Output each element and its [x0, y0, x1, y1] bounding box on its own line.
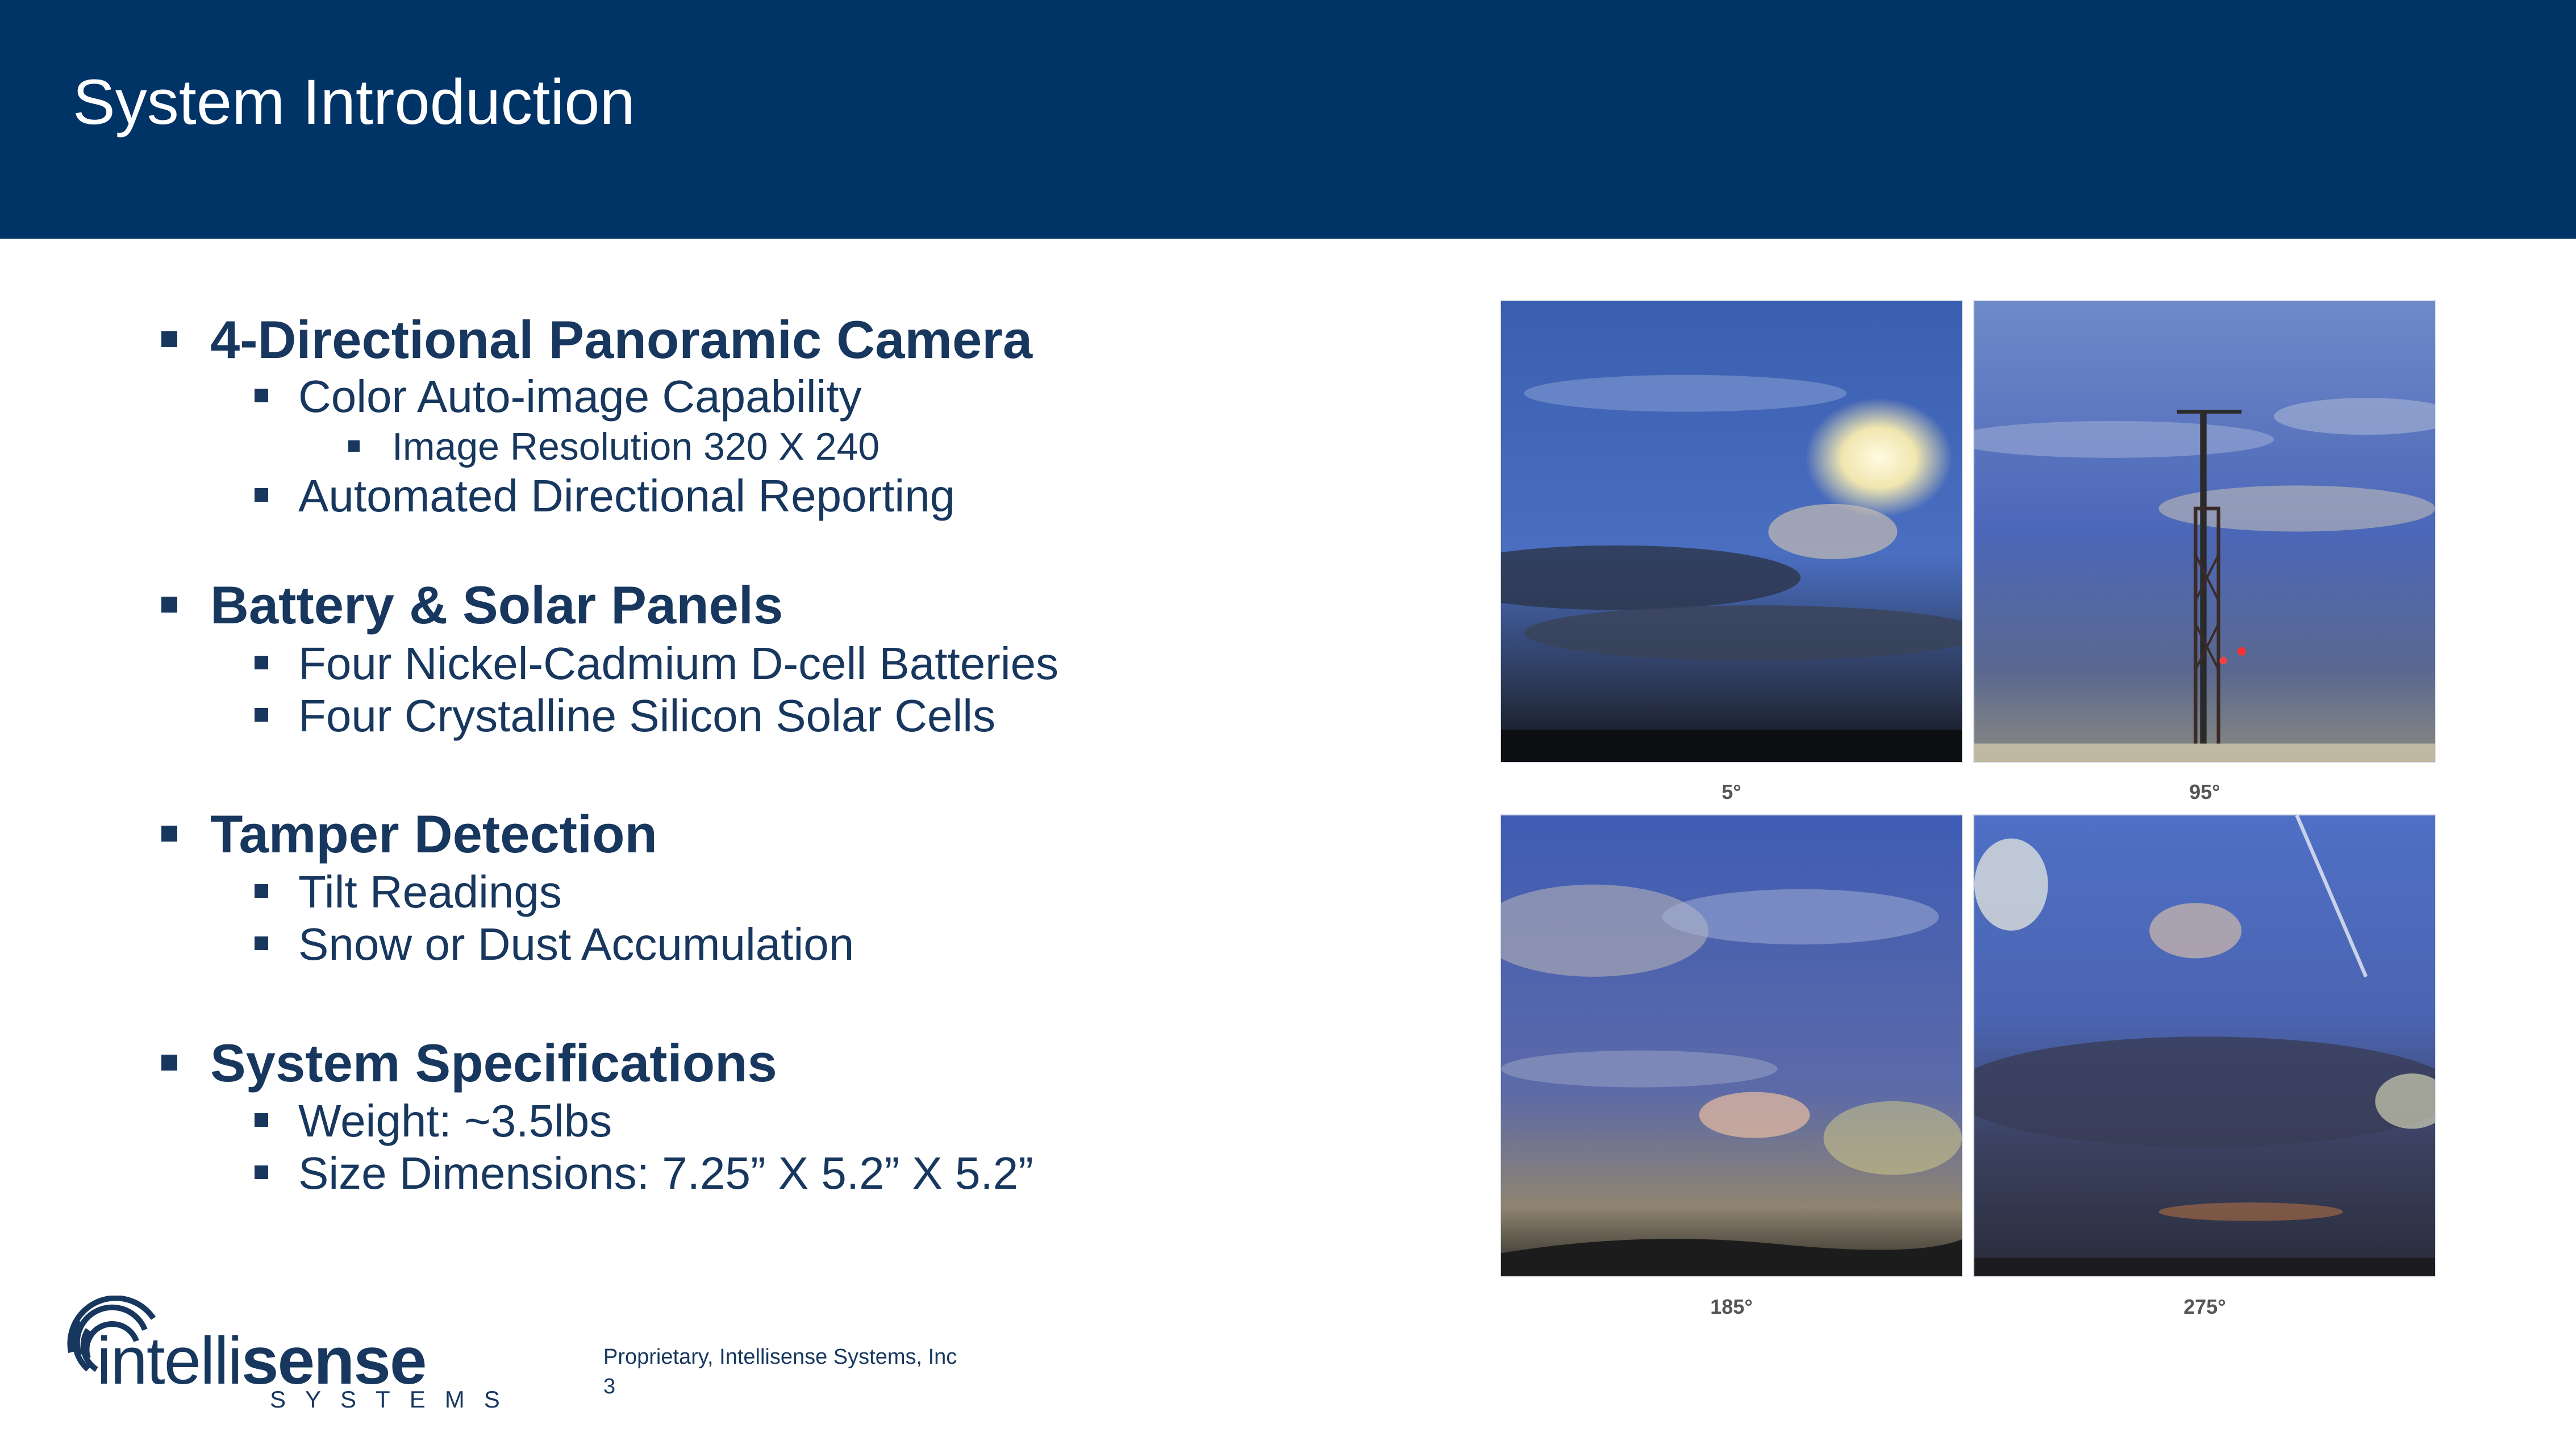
list-item: Color Auto-image Capability	[255, 369, 862, 424]
list-item-text: Size Dimensions: 7.25” X 5.2” X 5.2”	[298, 1148, 1033, 1198]
bullet-marker	[255, 656, 268, 669]
list-item-text: Weight: ~3.5lbs	[298, 1096, 612, 1146]
photo-caption: 95°	[2189, 780, 2220, 803]
list-subitem-text: Image Resolution 320 X 240	[392, 425, 880, 468]
page-number: 3	[603, 1375, 616, 1398]
list-item: Four Crystalline Silicon Solar Cells	[255, 689, 996, 743]
bullet-marker	[255, 708, 268, 722]
list-item: Size Dimensions: 7.25” X 5.2” X 5.2”	[255, 1146, 1033, 1201]
list-item-text: Automated Directional Reporting	[298, 470, 956, 521]
photo-caption: 5°	[1721, 780, 1741, 803]
logo-subtitle: SYSTEMS	[270, 1386, 519, 1413]
section-heading-camera: 4-Directional Panoramic Camera	[161, 309, 1033, 371]
bullet-marker	[348, 440, 360, 452]
section-heading-text: System Specifications	[210, 1033, 777, 1093]
list-item-text: Four Crystalline Silicon Solar Cells	[298, 690, 996, 741]
list-item-text: Tilt Readings	[298, 867, 562, 917]
camera-image-grid: 5° 95° 185° 275°	[1500, 300, 2437, 1323]
list-item: Weight: ~3.5lbs	[255, 1094, 612, 1148]
footer-proprietary: Proprietary, Intellisense Systems, Inc	[603, 1345, 957, 1369]
list-item: Tilt Readings	[255, 865, 562, 919]
bullet-marker	[161, 1055, 177, 1071]
bullet-marker	[255, 488, 268, 502]
photo-caption: 185°	[1710, 1295, 1753, 1318]
bullet-marker	[255, 389, 268, 402]
list-item: Snow or Dust Accumulation	[255, 917, 855, 972]
section-heading-tamper: Tamper Detection	[161, 803, 657, 865]
bullet-marker	[255, 1165, 268, 1179]
list-item: Automated Directional Reporting	[255, 469, 956, 523]
section-heading-text: 4-Directional Panoramic Camera	[210, 310, 1033, 369]
sky-photo-95	[1973, 300, 2436, 763]
list-item-text: Color Auto-image Capability	[298, 371, 862, 422]
list-item: Four Nickel-Cadmium D-cell Batteries	[255, 636, 1059, 691]
list-item-text: Four Nickel-Cadmium D-cell Batteries	[298, 638, 1059, 689]
bullet-list: 4-Directional Panoramic Camera Color Aut…	[0, 0, 1420, 1307]
intellisense-logo: intellisense SYSTEMS	[54, 1296, 500, 1415]
bullet-marker	[255, 1113, 268, 1127]
section-heading-text: Battery & Solar Panels	[210, 575, 783, 635]
footer: Proprietary, Intellisense Systems, Inc 3	[603, 1342, 957, 1401]
sky-photo-185	[1500, 814, 1963, 1277]
sky-photo-5	[1500, 300, 1963, 763]
section-heading-text: Tamper Detection	[210, 804, 657, 864]
bullet-marker	[161, 826, 177, 842]
bullet-marker	[161, 597, 177, 613]
photo-caption: 275°	[2183, 1295, 2226, 1318]
list-subitem: Image Resolution 320 X 240	[348, 423, 880, 470]
list-item-text: Snow or Dust Accumulation	[298, 919, 855, 969]
bullet-marker	[255, 884, 268, 898]
section-heading-specs: System Specifications	[161, 1032, 777, 1094]
logo-word-prefix: intelli	[97, 1323, 243, 1398]
bullet-marker	[161, 331, 177, 347]
bullet-marker	[255, 936, 268, 950]
sky-photo-275	[1973, 814, 2436, 1277]
section-heading-battery: Battery & Solar Panels	[161, 574, 783, 636]
